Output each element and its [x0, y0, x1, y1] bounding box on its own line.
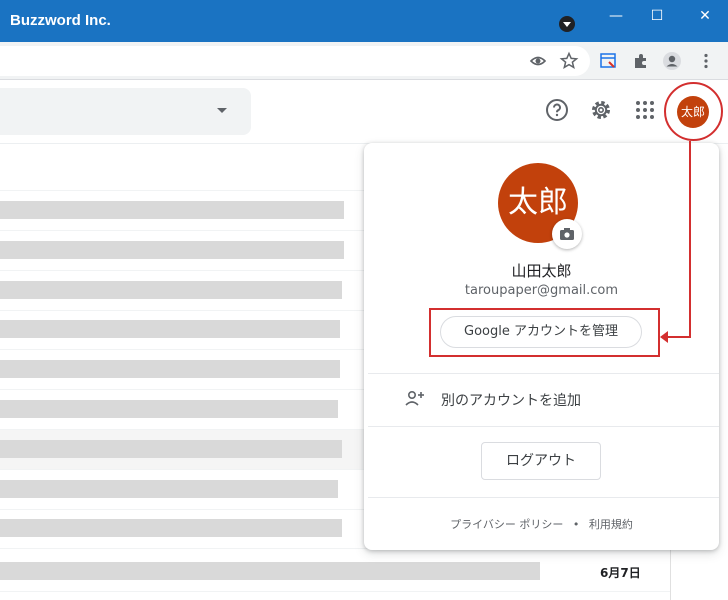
logout-button[interactable]: ログアウト: [481, 442, 601, 480]
browser-menu-icon[interactable]: [696, 51, 716, 71]
settings-gear-icon[interactable]: [588, 97, 614, 123]
apps-grid-icon[interactable]: [632, 97, 658, 123]
camera-icon: [560, 228, 574, 240]
account-email: taroupaper@gmail.com: [464, 283, 619, 298]
divider: [368, 497, 719, 498]
minimize-button[interactable]: —: [601, 6, 631, 26]
annotation-arrowhead: [660, 331, 668, 343]
divider: [368, 426, 719, 427]
terms-link[interactable]: 利用規約: [589, 518, 633, 531]
search-options-icon[interactable]: [217, 108, 227, 113]
browser-toolbar: [0, 42, 728, 80]
extensions-puzzle-icon[interactable]: [631, 51, 651, 71]
list-item[interactable]: 6月7日: [0, 552, 670, 592]
search-input[interactable]: [0, 88, 251, 135]
footer-separator: •: [572, 518, 580, 531]
maximize-button[interactable]: ☐: [642, 6, 672, 26]
add-person-icon: [405, 390, 424, 406]
gmail-header: [0, 80, 728, 144]
annotation-arrow-line: [689, 141, 691, 337]
window-title: Buzzword Inc.: [10, 12, 111, 29]
bookmark-star-icon[interactable]: [559, 51, 579, 71]
add-account-button[interactable]: 別のアカウントを追加: [364, 374, 719, 424]
add-account-label: 別のアカウントを追加: [441, 393, 581, 409]
tab-search-icon[interactable]: [559, 16, 575, 32]
tracking-eye-icon[interactable]: [528, 51, 548, 71]
annotation-box: [429, 308, 660, 357]
mail-date: 6月7日: [600, 566, 641, 580]
extension-page-icon[interactable]: [598, 51, 618, 71]
privacy-policy-link[interactable]: プライバシー ポリシー: [450, 518, 563, 531]
annotation-circle: [664, 82, 723, 141]
window-title-bar: Buzzword Inc. — ☐ ✕: [0, 0, 728, 42]
annotation-arrow-line: [666, 336, 691, 338]
profile-icon[interactable]: [662, 51, 682, 71]
account-popup: 太郎 山田太郎 taroupaper@gmail.com Google アカウン…: [364, 143, 719, 550]
change-photo-button[interactable]: [552, 219, 582, 249]
account-name: 山田太郎: [511, 262, 572, 280]
help-icon[interactable]: [544, 97, 570, 123]
address-bar[interactable]: [0, 46, 590, 76]
close-button[interactable]: ✕: [690, 6, 720, 26]
popup-footer: プライバシー ポリシー • 利用規約: [364, 516, 719, 532]
